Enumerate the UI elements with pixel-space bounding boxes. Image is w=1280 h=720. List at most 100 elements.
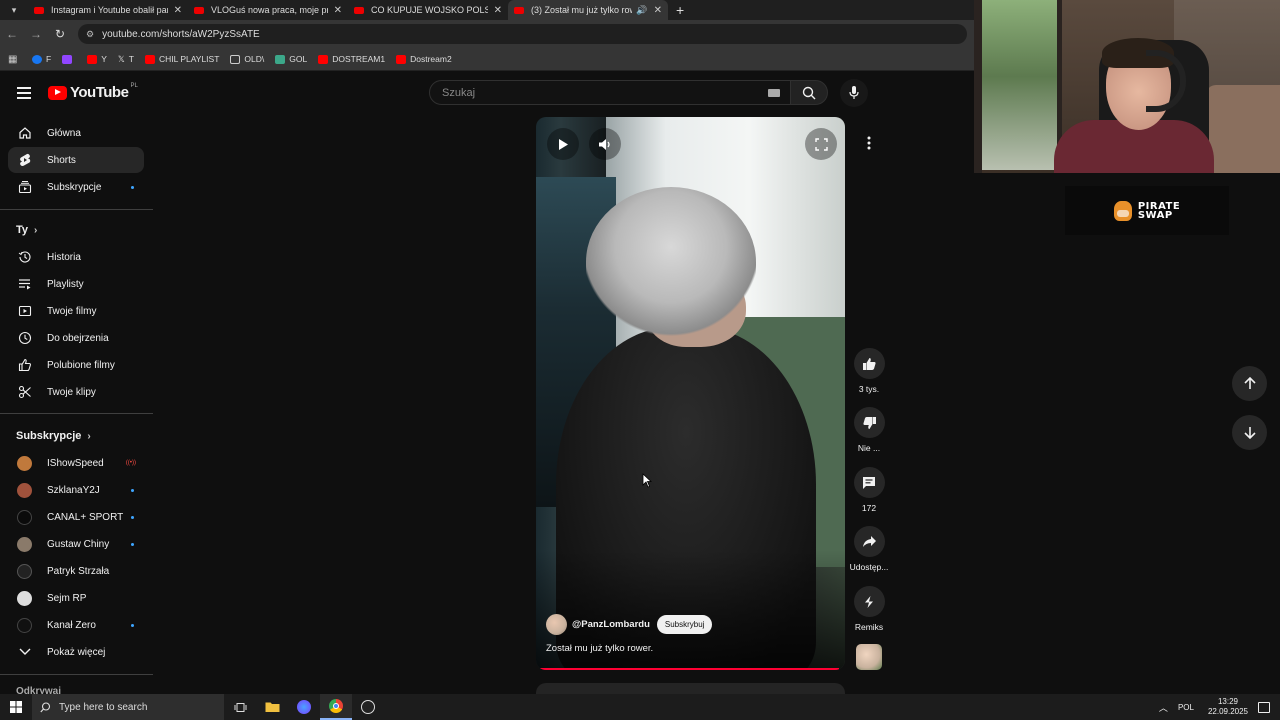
close-tab-icon[interactable]: ✕: [654, 5, 662, 16]
share-action[interactable]: Udostęp...: [846, 526, 892, 572]
sidebar-sub-szklanay2j[interactable]: SzklanaY2J: [8, 477, 144, 503]
tab-search-icon[interactable]: ▾: [0, 0, 28, 20]
input-language[interactable]: POL: [1178, 703, 1194, 712]
bookmark-twitch[interactable]: [62, 54, 76, 64]
mic-icon: [849, 86, 859, 99]
tab-1[interactable]: Instagram i Youtube obalił pańs ✕: [28, 0, 188, 20]
sidebar-sub-ishowspeed[interactable]: IShowSpeed ((•)): [8, 450, 144, 476]
close-tab-icon[interactable]: ✕: [174, 5, 182, 16]
close-tab-icon[interactable]: ✕: [334, 5, 342, 16]
bookmark-dostream1[interactable]: DOSTREAM1: [318, 54, 385, 64]
dislike-label: Nie ...: [857, 443, 881, 453]
start-button[interactable]: [0, 694, 32, 720]
bookmark-dostream2[interactable]: Dostream2: [396, 54, 452, 64]
next-short-button[interactable]: [1232, 415, 1267, 450]
sidebar-item-label: Historia: [47, 251, 81, 263]
sidebar-item-playlists[interactable]: Playlisty: [8, 271, 144, 297]
site-info-icon[interactable]: ⚙: [86, 29, 94, 40]
sidebar-sub-kanal-zero[interactable]: Kanał Zero: [8, 612, 144, 638]
taskbar-search-input[interactable]: Type here to search: [32, 694, 224, 720]
clock-date: 22.09.2025: [1207, 707, 1248, 716]
sidebar-item-shorts[interactable]: Shorts: [8, 147, 144, 173]
progress-bar[interactable]: [536, 668, 839, 670]
sidebar-sub-gustaw-chiny[interactable]: Gustaw Chiny: [8, 531, 144, 557]
tab-title: CO KUPUJE WOJSKO POLSKIE?: [371, 5, 488, 15]
dislike-action[interactable]: Nie ...: [846, 407, 892, 453]
play-button[interactable]: [547, 128, 579, 160]
reload-icon[interactable]: ↻: [48, 27, 72, 41]
url-field[interactable]: ⚙ youtube.com/shorts/aW2PyzSsATE: [78, 24, 967, 44]
close-tab-icon[interactable]: ✕: [494, 5, 502, 16]
new-tab-icon[interactable]: +: [676, 2, 684, 18]
tab-2[interactable]: VLOGuś nowa praca, moje prze ✕: [188, 0, 348, 20]
apps-grid-icon[interactable]: ▦: [8, 54, 18, 65]
sidebar-sub-canal-sport[interactable]: CANAL+ SPORT: [8, 504, 144, 530]
sidebar-item-watch-later[interactable]: Do obejrzenia: [8, 325, 144, 351]
clock[interactable]: 13:29 22.09.2025: [1208, 697, 1248, 717]
search-input[interactable]: Szukaj: [429, 80, 791, 105]
twitch-icon: [62, 54, 73, 64]
forward-icon[interactable]: →: [24, 27, 48, 41]
voice-search-button[interactable]: [840, 79, 868, 107]
sound-thumbnail[interactable]: [856, 644, 882, 670]
subscribe-button[interactable]: Subskrybuj: [656, 615, 713, 634]
heading-text: Subskrypcje: [16, 430, 82, 442]
comments-icon[interactable]: [853, 467, 885, 498]
short-caption[interactable]: Został mu już tylko rower.: [546, 643, 653, 654]
show-hidden-icons-icon[interactable]: ︿: [1159, 701, 1168, 714]
keyboard-icon[interactable]: [768, 89, 780, 97]
sidebar-show-more[interactable]: Pokaż więcej: [8, 639, 144, 665]
sidebar-sub-sejm-rp[interactable]: Sejm RP: [8, 585, 144, 611]
sidebar-item-history[interactable]: Historia: [8, 244, 144, 270]
speaker-icon[interactable]: 🔊: [636, 5, 647, 16]
sidebar-item-subscriptions[interactable]: Subskrypcje: [8, 174, 144, 200]
dislike-icon[interactable]: [853, 407, 885, 438]
sidebar-item-home[interactable]: Główna: [8, 120, 144, 146]
sidebar-sub-patryk-strzala[interactable]: Patryk Strzała: [8, 558, 144, 584]
back-icon[interactable]: ←: [0, 27, 24, 41]
volume-button[interactable]: [589, 128, 621, 160]
tab-3[interactable]: CO KUPUJE WOJSKO POLSKIE? ✕: [348, 0, 508, 20]
like-action[interactable]: 3 tys.: [846, 348, 892, 394]
sidebar-you-heading[interactable]: Ty ›: [16, 224, 37, 236]
youtube-favicon-icon: [514, 6, 524, 14]
bookmark-t[interactable]: 𝕏T: [118, 54, 134, 65]
menu-icon[interactable]: [17, 87, 31, 102]
remix-action[interactable]: Remiks: [846, 586, 892, 632]
taskbar-app-button[interactable]: [288, 694, 320, 720]
more-options-button[interactable]: [855, 129, 883, 157]
chevron-right-icon: ›: [87, 430, 91, 442]
bookmark-chil-playlist[interactable]: CHIL PLAYLIST: [144, 54, 219, 64]
tab-4-active[interactable]: (3) Został mu już tylko rowe 🔊 ✕: [508, 0, 668, 20]
comments-action[interactable]: 172: [846, 467, 892, 513]
sidebar: Główna Shorts Subskrypcje Ty › Historia P…: [0, 118, 155, 697]
like-icon[interactable]: [853, 348, 885, 379]
bookmark-y[interactable]: Y: [87, 54, 107, 64]
sidebar-item-liked-videos[interactable]: Polubione filmy: [8, 352, 144, 378]
bookmark-old[interactable]: OLD\: [230, 54, 264, 64]
sidebar-item-your-videos[interactable]: Twoje filmy: [8, 298, 144, 324]
short-video-player[interactable]: @PanzLombardu Subskrybuj Został mu już t…: [536, 117, 845, 670]
previous-short-button[interactable]: [1232, 366, 1267, 401]
file-explorer-button[interactable]: [256, 694, 288, 720]
sidebar-item-label: Twoje klipy: [47, 386, 96, 398]
obs-taskbar-button[interactable]: [352, 694, 384, 720]
volume-icon: [599, 138, 610, 150]
channel-avatar[interactable]: [546, 614, 567, 635]
youtube-logo[interactable]: YouTube PL: [48, 82, 138, 101]
country-code: PL: [130, 82, 138, 89]
bookmark-gol[interactable]: GOL: [275, 54, 307, 64]
search-button[interactable]: [790, 80, 828, 105]
channel-name[interactable]: @PanzLombardu: [572, 619, 650, 630]
fullscreen-button[interactable]: [805, 128, 837, 160]
avatar: [17, 482, 32, 498]
sidebar-subscriptions-heading[interactable]: Subskrypcje ›: [16, 430, 91, 442]
share-icon[interactable]: [853, 526, 885, 557]
bookmark-f[interactable]: F: [32, 54, 51, 64]
task-view-button[interactable]: [224, 694, 256, 720]
bookmarks-bar: ▦ F Y 𝕏T CHIL PLAYLIST OLD\ GOL DOSTREAM…: [0, 48, 975, 71]
chrome-taskbar-button[interactable]: [320, 694, 352, 720]
sidebar-item-your-clips[interactable]: Twoje klipy: [8, 379, 144, 405]
notifications-icon[interactable]: [1258, 701, 1270, 713]
remix-icon[interactable]: [853, 586, 885, 617]
